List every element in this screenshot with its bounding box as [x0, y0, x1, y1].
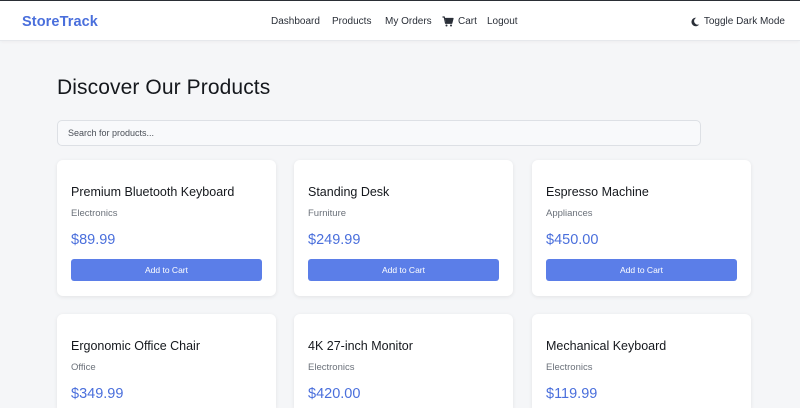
product-price: $119.99 [546, 386, 598, 402]
brand-logo[interactable]: StoreTrack [22, 14, 98, 30]
product-card: Premium Bluetooth Keyboard Electronics $… [57, 160, 276, 296]
product-card: Ergonomic Office Chair Office $349.99 [57, 314, 276, 408]
product-name: Standing Desk [308, 185, 390, 199]
nav-link-products[interactable]: Products [332, 16, 371, 27]
cart-icon [442, 16, 454, 27]
moon-icon [691, 17, 700, 26]
product-category: Appliances [546, 208, 593, 219]
add-to-cart-button[interactable]: Add to Cart [546, 259, 737, 281]
page-title: Discover Our Products [57, 76, 271, 99]
nav-link-logout[interactable]: Logout [487, 16, 518, 27]
nav-link-cart[interactable]: Cart [442, 16, 477, 27]
nav-link-my-orders[interactable]: My Orders [385, 16, 432, 27]
add-to-cart-button[interactable]: Add to Cart [71, 259, 262, 281]
product-price: $420.00 [308, 386, 361, 402]
nav-link-dashboard[interactable]: Dashboard [271, 16, 320, 27]
navbar: StoreTrack Dashboard Products My Orders … [0, 1, 800, 41]
product-price: $450.00 [546, 232, 599, 248]
product-category: Furniture [308, 208, 347, 219]
product-price: $349.99 [71, 386, 124, 402]
product-card: 4K 27-inch Monitor Electronics $420.00 [294, 314, 513, 408]
product-price: $89.99 [71, 232, 116, 248]
nav-link-cart-label: Cart [458, 16, 477, 27]
product-card: Standing Desk Furniture $249.99 Add to C… [294, 160, 513, 296]
search-input[interactable] [57, 120, 701, 146]
product-name: Mechanical Keyboard [546, 339, 667, 353]
product-card: Espresso Machine Appliances $450.00 Add … [532, 160, 751, 296]
product-card: Mechanical Keyboard Electronics $119.99 [532, 314, 751, 408]
dark-mode-toggle-label: Toggle Dark Mode [703, 16, 785, 27]
product-name: Premium Bluetooth Keyboard [71, 185, 235, 199]
product-category: Electronics [546, 362, 593, 373]
product-name: 4K 27-inch Monitor [308, 339, 413, 353]
product-name: Espresso Machine [546, 185, 649, 199]
dark-mode-toggle[interactable]: Toggle Dark Mode [690, 16, 785, 27]
product-category: Electronics [308, 362, 355, 373]
add-to-cart-button[interactable]: Add to Cart [308, 259, 499, 281]
product-name: Ergonomic Office Chair [71, 339, 200, 353]
product-price: $249.99 [308, 232, 361, 248]
product-category: Office [71, 362, 96, 373]
product-category: Electronics [71, 208, 118, 219]
